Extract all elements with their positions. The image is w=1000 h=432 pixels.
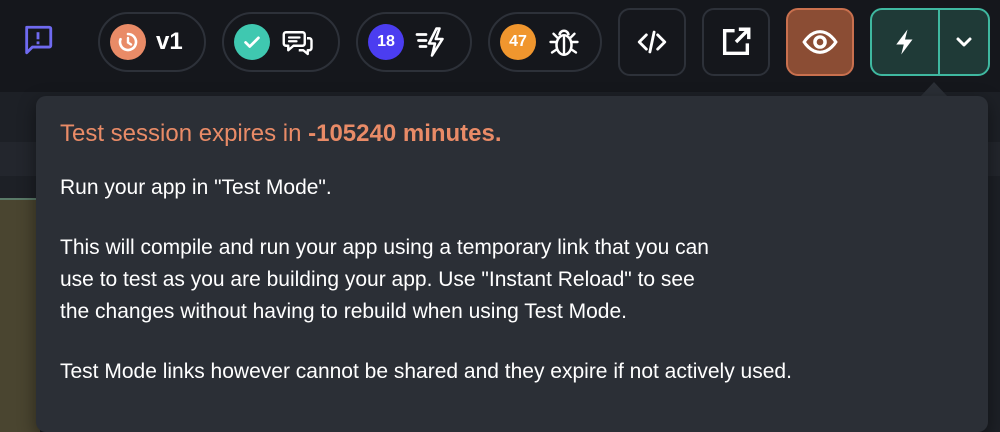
- tooltip-paragraph-2: This will compile and run your app using…: [60, 232, 964, 328]
- session-expiry-text: Test session expires in -105240 minutes.: [60, 118, 964, 150]
- bug-icon: [549, 29, 579, 57]
- version-label: v1: [156, 28, 183, 55]
- code-icon: [637, 30, 667, 54]
- tooltip-paragraph-2-line: This will compile and run your app using…: [60, 236, 709, 259]
- actions-button[interactable]: 18: [356, 12, 472, 72]
- lightning-icon: [896, 29, 913, 55]
- check-icon: [244, 36, 260, 48]
- actions-count-badge: 18: [368, 24, 404, 60]
- run-options-dropdown[interactable]: [940, 10, 988, 74]
- tooltip-paragraph-2-line: use to test as you are building your app…: [60, 268, 695, 291]
- preview-button[interactable]: [786, 8, 854, 76]
- test-mode-tooltip: Test session expires in -105240 minutes.…: [36, 96, 988, 432]
- history-icon: [118, 32, 138, 52]
- feedback-icon: [25, 25, 53, 55]
- test-mode-button[interactable]: [872, 10, 940, 74]
- version-button[interactable]: v1: [98, 12, 206, 72]
- open-external-button[interactable]: [702, 8, 770, 76]
- view-code-button[interactable]: [618, 8, 686, 76]
- issues-button[interactable]: 47: [488, 12, 602, 72]
- test-mode-button-group: [870, 8, 990, 76]
- tooltip-paragraph-3: Test Mode links however cannot be shared…: [60, 360, 792, 383]
- chevron-down-icon: [956, 37, 972, 47]
- open-in-new-icon: [722, 27, 751, 56]
- feedback-button[interactable]: [20, 22, 56, 58]
- page: v1 18 47 Test session expires in -105240…: [0, 0, 1000, 432]
- eye-icon: [802, 30, 838, 54]
- tooltip-paragraph-2-line: the changes without having to rebuild wh…: [60, 300, 627, 323]
- expiry-prefix: Test session expires in: [60, 120, 309, 147]
- flash-actions-icon: [415, 27, 444, 57]
- canvas-panel-edge: [0, 198, 40, 432]
- version-badge: [110, 24, 146, 60]
- chat-bubbles-icon: [282, 31, 313, 56]
- comments-button[interactable]: [222, 12, 340, 72]
- check-badge: [234, 24, 270, 60]
- tooltip-arrow: [920, 82, 948, 97]
- expiry-minutes: -105240 minutes.: [308, 120, 502, 147]
- top-toolbar: v1 18 47: [0, 0, 1000, 92]
- issues-count-badge: 47: [500, 24, 536, 60]
- tooltip-paragraph-1: Run your app in "Test Mode".: [60, 176, 332, 199]
